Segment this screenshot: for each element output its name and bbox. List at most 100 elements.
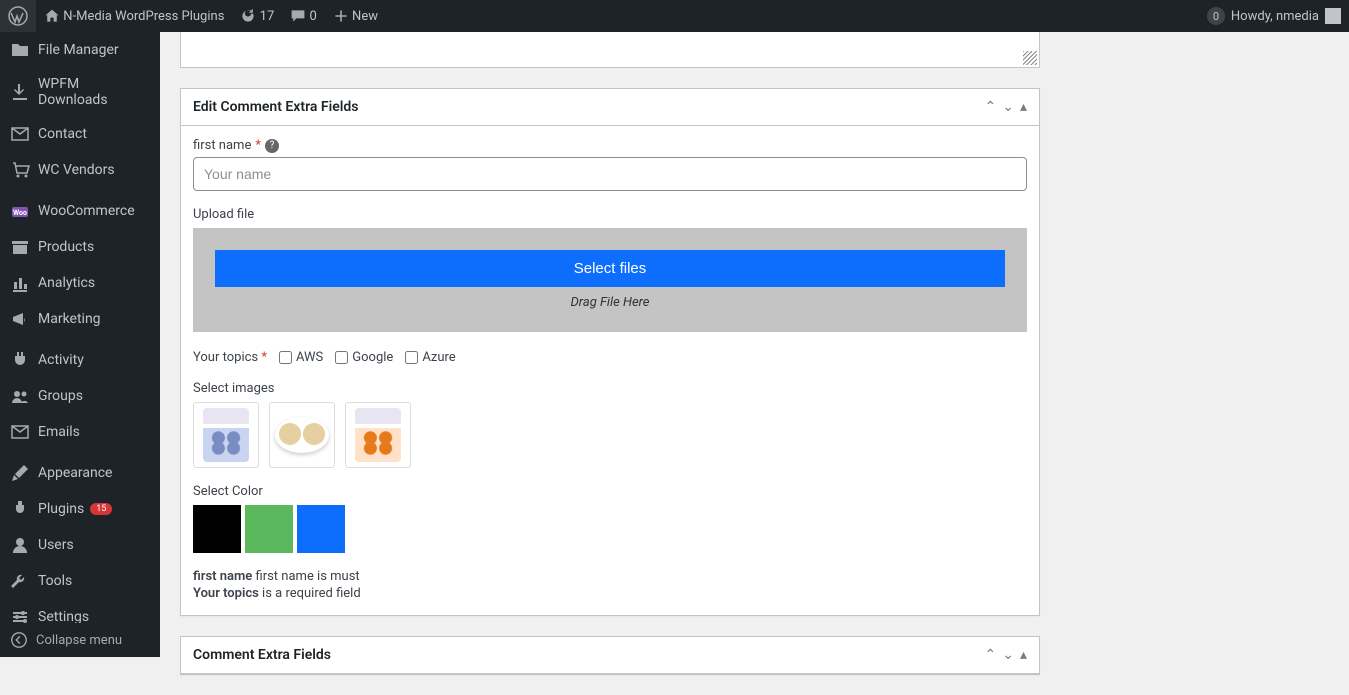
select-files-button[interactable]: Select files xyxy=(215,250,1005,287)
admin-sidebar: File Manager WPFM Downloads Contact WC Vend… xyxy=(0,32,160,657)
select-images-label: Select images xyxy=(193,381,1027,396)
image-option-3[interactable] xyxy=(345,402,411,468)
sidebar-item-label: Groups xyxy=(38,388,83,404)
brush-icon xyxy=(10,463,30,483)
sidebar-item-contact[interactable]: Contact xyxy=(0,116,160,152)
topic-azure[interactable]: Azure xyxy=(405,350,455,365)
previous-metabox-bottom xyxy=(180,32,1040,68)
sidebar-item-label: Emails xyxy=(38,424,80,440)
sidebar-item-appearance[interactable]: Appearance xyxy=(0,455,160,491)
sidebar-item-label: Users xyxy=(38,537,74,553)
site-name: N-Media WordPress Plugins xyxy=(63,9,224,24)
required-marker: * xyxy=(255,138,261,153)
sidebar-item-label: File Manager xyxy=(38,42,119,58)
sidebar-item-plugins[interactable]: Plugins 15 xyxy=(0,491,160,527)
move-up-icon[interactable]: ⌃ xyxy=(985,647,997,663)
woo-icon: Woo xyxy=(10,201,30,221)
wrench-icon xyxy=(10,571,30,591)
required-marker: * xyxy=(261,350,267,365)
upload-dropzone[interactable]: Select files Drag File Here xyxy=(193,228,1027,332)
toggle-panel-icon[interactable]: ▴ xyxy=(1020,99,1027,115)
sidebar-item-label: Marketing xyxy=(38,311,101,327)
move-down-icon[interactable]: ⌄ xyxy=(1002,647,1014,663)
sidebar-item-products[interactable]: Products xyxy=(0,229,160,265)
comment-extra-fields-metabox: Comment Extra Fields ⌃ ⌄ ▴ xyxy=(180,636,1040,675)
sidebar-item-label: Products xyxy=(38,239,94,255)
sidebar-item-users[interactable]: Users xyxy=(0,527,160,563)
groups-icon xyxy=(10,386,30,406)
updates-count: 17 xyxy=(260,9,275,24)
firstname-label: first name * ? xyxy=(193,138,1027,153)
sidebar-item-label: Tools xyxy=(38,573,72,589)
cart-icon xyxy=(10,160,30,180)
site-name-link[interactable]: N-Media WordPress Plugins xyxy=(36,0,232,32)
new-label: New xyxy=(352,9,378,24)
comments-link[interactable]: 0 xyxy=(282,0,325,32)
sidebar-item-label: Plugins xyxy=(38,501,84,517)
move-down-icon[interactable]: ⌄ xyxy=(1002,99,1014,115)
color-swatch-black[interactable] xyxy=(193,505,241,553)
validation-errors: first name first name is must Your topic… xyxy=(193,569,1027,601)
sidebar-item-wpfm-downloads[interactable]: WPFM Downloads xyxy=(0,68,160,116)
select-color-label: Select Color xyxy=(193,484,1027,499)
topic-aws-checkbox[interactable] xyxy=(279,351,292,364)
chart-icon xyxy=(10,273,30,293)
help-icon[interactable]: ? xyxy=(265,139,279,153)
sidebar-item-file-manager[interactable]: File Manager xyxy=(0,32,160,68)
user-icon xyxy=(10,535,30,555)
image-option-1[interactable] xyxy=(193,402,259,468)
sidebar-item-emails[interactable]: Emails xyxy=(0,414,160,450)
plugin-count-badge: 15 xyxy=(90,503,112,515)
comments-count: 0 xyxy=(310,9,317,24)
svg-text:Woo: Woo xyxy=(13,209,27,217)
firstname-input[interactable] xyxy=(193,157,1027,191)
mail-icon xyxy=(10,124,30,144)
plugin-icon xyxy=(10,499,30,519)
sidebar-item-label: Analytics xyxy=(38,275,95,291)
howdy-link[interactable]: 0 Howdy, nmedia xyxy=(1199,0,1349,32)
updates-link[interactable]: 17 xyxy=(232,0,282,32)
color-swatch-blue[interactable] xyxy=(297,505,345,553)
sidebar-item-activity[interactable]: Activity xyxy=(0,342,160,378)
upload-label: Upload file xyxy=(193,207,1027,222)
move-up-icon[interactable]: ⌃ xyxy=(985,99,997,115)
sidebar-item-marketing[interactable]: Marketing xyxy=(0,301,160,337)
topic-google[interactable]: Google xyxy=(335,350,393,365)
metabox2-title: Comment Extra Fields xyxy=(193,647,331,663)
sidebar-item-label: WPFM Downloads xyxy=(38,76,150,108)
archive-icon xyxy=(10,237,30,257)
collapse-label: Collapse menu xyxy=(36,633,122,648)
howdy-text: Howdy, nmedia xyxy=(1231,9,1319,24)
metabox-title: Edit Comment Extra Fields xyxy=(193,99,358,115)
mail-icon xyxy=(10,422,30,442)
avatar xyxy=(1325,8,1341,24)
topic-azure-checkbox[interactable] xyxy=(405,351,418,364)
new-content-link[interactable]: New xyxy=(325,0,386,32)
folder-icon xyxy=(10,40,30,60)
notify-count: 0 xyxy=(1207,7,1225,25)
topics-row: Your topics * AWS Google Azure xyxy=(193,350,1027,365)
topic-google-checkbox[interactable] xyxy=(335,351,348,364)
drag-hint: Drag File Here xyxy=(215,295,1005,310)
color-swatch-green[interactable] xyxy=(245,505,293,553)
image-option-2[interactable] xyxy=(269,402,335,468)
sidebar-item-label: WooCommerce xyxy=(38,203,135,219)
sidebar-item-groups[interactable]: Groups xyxy=(0,378,160,414)
toggle-panel-icon[interactable]: ▴ xyxy=(1020,647,1027,663)
sidebar-item-woocommerce[interactable]: Woo WooCommerce xyxy=(0,193,160,229)
sidebar-item-analytics[interactable]: Analytics xyxy=(0,265,160,301)
megaphone-icon xyxy=(10,309,30,329)
sidebar-item-tools[interactable]: Tools xyxy=(0,563,160,599)
sidebar-item-label: WC Vendors xyxy=(38,162,115,178)
sidebar-item-label: Contact xyxy=(38,126,87,142)
sidebar-item-label: Appearance xyxy=(38,465,112,481)
plug-icon xyxy=(10,350,30,370)
sidebar-item-label: Activity xyxy=(38,352,84,368)
admin-bar: N-Media WordPress Plugins 17 0 New 0 Howd… xyxy=(0,0,1349,32)
topic-aws[interactable]: AWS xyxy=(279,350,323,365)
collapse-menu-button[interactable]: Collapse menu xyxy=(0,623,160,657)
download-icon xyxy=(10,82,30,102)
edit-comment-extra-fields-metabox: Edit Comment Extra Fields ⌃ ⌄ ▴ first na… xyxy=(180,88,1040,616)
wp-logo[interactable] xyxy=(0,0,36,32)
sidebar-item-wc-vendors[interactable]: WC Vendors xyxy=(0,152,160,188)
